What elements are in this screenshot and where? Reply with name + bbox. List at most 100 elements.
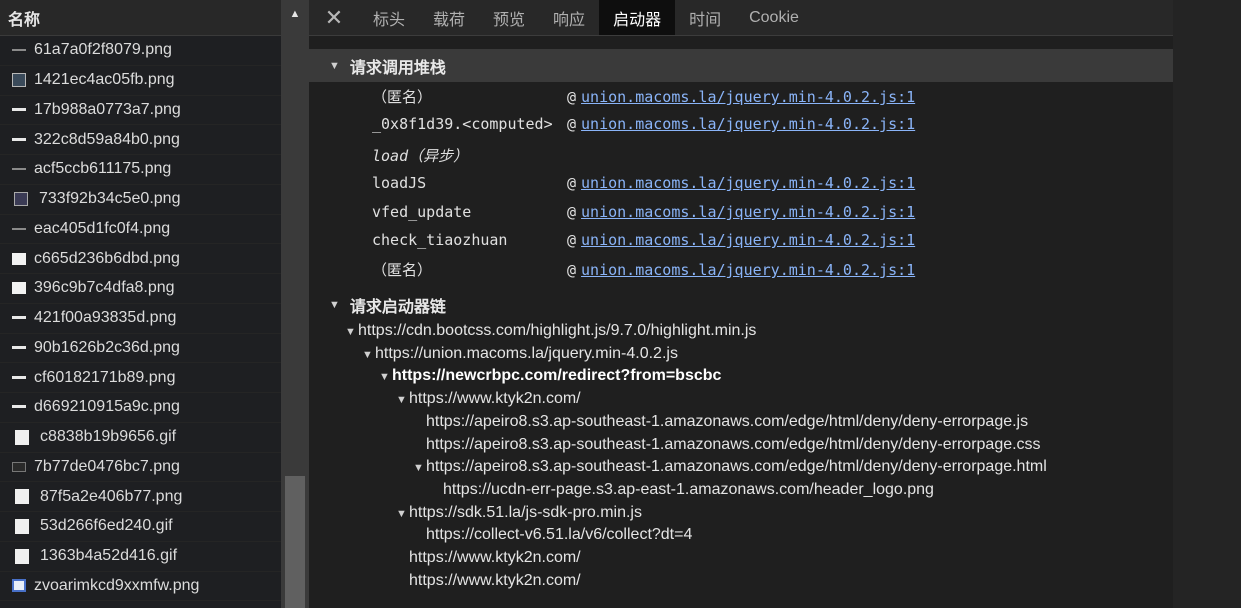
stack-function-name: （匿名） — [372, 261, 433, 279]
sort-ascending-icon[interactable]: ▲ — [281, 0, 309, 28]
dark-box-icon — [12, 461, 26, 472]
stack-frame-row: loadJS @ union.macoms.la/jquery.min-4.0.2.… — [372, 174, 915, 196]
call-stack-section-header[interactable]: ▼ 请求调用堆栈 — [309, 49, 1173, 82]
expand-triangle-icon[interactable]: ▼ — [379, 371, 390, 383]
line-icon — [12, 222, 26, 236]
tab-2[interactable]: 预览 — [479, 0, 539, 35]
initiator-url: https://newcrbpc.com/redirect?from=bscbc — [392, 367, 722, 385]
file-row[interactable]: eac405d1fc0f4.png — [0, 215, 281, 245]
initiator-chain-row[interactable]: https://ucdn-err-page.s3.ap-east-1.amazo… — [430, 481, 934, 503]
initiator-chain-row[interactable]: ▼ https://www.ktyk2n.com/ — [396, 390, 581, 412]
file-row[interactable]: d669210915a9c.png — [0, 393, 281, 423]
tab-3[interactable]: 响应 — [539, 0, 599, 35]
file-name: zvoarimkcd9xxmfw.png — [34, 576, 200, 594]
stack-function-name: （匿名） — [372, 88, 433, 106]
image-thumb-icon — [12, 73, 26, 88]
initiator-chain-row[interactable]: https://collect-v6.51.la/v6/collect?dt=4 — [413, 526, 692, 548]
file-row[interactable]: acf5ccb611175.png — [0, 155, 281, 185]
line-bright-icon — [12, 341, 26, 355]
stack-function-name: loadJS — [372, 174, 427, 192]
file-row[interactable]: 53d266f6ed240.gif — [0, 512, 281, 542]
file-row[interactable]: 322c8d59a84b0.png — [0, 125, 281, 155]
file-name: 396c9b7c4dfa8.png — [34, 279, 175, 297]
collapse-triangle-icon[interactable]: ▼ — [329, 299, 340, 311]
file-row[interactable]: 396c9b7c4dfa8.png — [0, 274, 281, 304]
scroll-thumb[interactable] — [285, 476, 305, 608]
source-link[interactable]: union.macoms.la/jquery.min-4.0.2.js:1 — [581, 115, 915, 133]
file-row[interactable]: 1363b4a52d416.gif — [0, 542, 281, 572]
file-row[interactable]: cf60182171b89.png — [0, 363, 281, 393]
source-link[interactable]: union.macoms.la/jquery.min-4.0.2.js:1 — [581, 174, 915, 192]
tall-white-icon — [15, 489, 29, 505]
expand-triangle-icon[interactable]: ▼ — [345, 326, 356, 338]
at-symbol: @ — [567, 261, 577, 279]
call-stack-title: 请求调用堆栈 — [349, 59, 446, 77]
request-detail-panel: ✕ 标头 载荷 预览 响应 启动器 时间 Cookie ▼ 请求调用堆栈 （匿名） @ unio… — [309, 0, 1173, 608]
file-row[interactable]: 61a7a0f2f8079.png — [0, 36, 281, 66]
initiator-chain-row[interactable]: ▼ https://apeiro8.s3.ap-southeast-1.amazo… — [413, 458, 1047, 480]
expand-triangle-icon[interactable]: ▼ — [396, 508, 407, 520]
file-name: 17b988a0773a7.png — [34, 100, 181, 118]
close-icon[interactable]: ✕ — [309, 0, 359, 35]
initiator-chain-row[interactable]: ▼ https://newcrbpc.com/redirect?from=bscb… — [379, 367, 721, 389]
stack-function-name: _0x8f1d39.<computed> — [372, 115, 553, 133]
initiator-chain-row[interactable]: ▼ https://cdn.bootcss.com/highlight.js/9.… — [345, 322, 756, 344]
file-row[interactable]: 17b988a0773a7.png — [0, 96, 281, 126]
source-link[interactable]: union.macoms.la/jquery.min-4.0.2.js:1 — [581, 231, 915, 249]
file-name: c8838b19b9656.gif — [40, 428, 177, 446]
tab-1[interactable]: 载荷 — [419, 0, 479, 35]
source-link[interactable]: union.macoms.la/jquery.min-4.0.2.js:1 — [581, 261, 915, 279]
file-row[interactable]: 7b77de0476bc7.png — [0, 453, 281, 483]
file-name: 53d266f6ed240.gif — [40, 517, 173, 535]
initiator-chain-row[interactable]: https://apeiro8.s3.ap-southeast-1.amazon… — [413, 413, 1028, 435]
file-row[interactable]: 90b1626b2c36d.png — [0, 334, 281, 364]
source-link[interactable]: union.macoms.la/jquery.min-4.0.2.js:1 — [581, 203, 915, 221]
initiator-chain-row[interactable]: https://www.ktyk2n.com/ — [396, 572, 581, 594]
file-name: c665d236b6dbd.png — [34, 249, 180, 267]
initiator-url: https://collect-v6.51.la/v6/collect?dt=4 — [426, 526, 693, 544]
line-bright-icon — [12, 133, 26, 147]
at-symbol: @ — [567, 115, 577, 133]
file-row[interactable]: zvoarimkcd9xxmfw.png — [0, 572, 281, 602]
tall-white-icon — [15, 429, 29, 445]
initiator-chain-row[interactable]: https://apeiro8.s3.ap-southeast-1.amazon… — [413, 436, 1041, 458]
line-bright-icon — [12, 371, 26, 385]
tab-5[interactable]: 时间 — [675, 0, 735, 35]
line-bright-icon — [12, 400, 26, 414]
expand-triangle-icon[interactable]: ▼ — [413, 462, 424, 474]
stack-frame-row: load（异步） — [372, 145, 567, 167]
expand-triangle-icon[interactable]: ▼ — [362, 349, 373, 361]
file-row[interactable]: 87f5a2e406b77.png — [0, 482, 281, 512]
tab-0[interactable]: 标头 — [359, 0, 419, 35]
initiator-chain-row[interactable]: ▼ https://sdk.51.la/js-sdk-pro.min.js — [396, 504, 642, 526]
list-scrollbar[interactable]: ▲ — [281, 0, 309, 608]
tab-6[interactable]: Cookie — [735, 0, 813, 35]
file-row[interactable]: 421f00a93835d.png — [0, 304, 281, 334]
file-name: 421f00a93835d.png — [34, 309, 177, 327]
file-name: acf5ccb611175.png — [34, 160, 172, 178]
source-link[interactable]: union.macoms.la/jquery.min-4.0.2.js:1 — [581, 88, 915, 106]
file-row[interactable]: c665d236b6dbd.png — [0, 244, 281, 274]
tab-4[interactable]: 启动器 — [599, 0, 676, 35]
file-row[interactable]: 1421ec4ac05fb.png — [0, 66, 281, 96]
file-name: 733f92b34c5e0.png — [39, 190, 181, 208]
expand-triangle-icon[interactable]: ▼ — [396, 394, 407, 406]
initiator-url: https://www.ktyk2n.com/ — [409, 549, 581, 566]
file-list: 61a7a0f2f8079.png 1421ec4ac05fb.png 17b988… — [0, 36, 281, 602]
initiator-chain-row[interactable]: https://www.ktyk2n.com/ — [396, 549, 581, 571]
stack-function-name: load（异步） — [372, 147, 469, 165]
collapse-triangle-icon[interactable]: ▼ — [329, 60, 340, 72]
file-name: 61a7a0f2f8079.png — [34, 41, 172, 59]
initiator-chain-section-header[interactable]: ▼ 请求启动器链 — [309, 288, 1173, 321]
line-icon — [12, 43, 26, 57]
initiator-url: https://sdk.51.la/js-sdk-pro.min.js — [409, 503, 642, 521]
stack-frame-row: check_tiaozhuan @ union.macoms.la/jquery.m… — [372, 231, 915, 253]
initiator-url: https://apeiro8.s3.ap-southeast-1.amazon… — [426, 458, 1047, 476]
file-name: 87f5a2e406b77.png — [40, 487, 183, 505]
file-row[interactable]: 733f92b34c5e0.png — [0, 185, 281, 215]
file-row[interactable]: c8838b19b9656.gif — [0, 423, 281, 453]
initiator-chain-row[interactable]: ▼ https://union.macoms.la/jquery.min-4.0.… — [362, 345, 678, 367]
phone-thumb-icon — [14, 192, 28, 207]
name-column-header[interactable]: 名称 — [0, 0, 281, 36]
at-symbol: @ — [567, 203, 577, 221]
